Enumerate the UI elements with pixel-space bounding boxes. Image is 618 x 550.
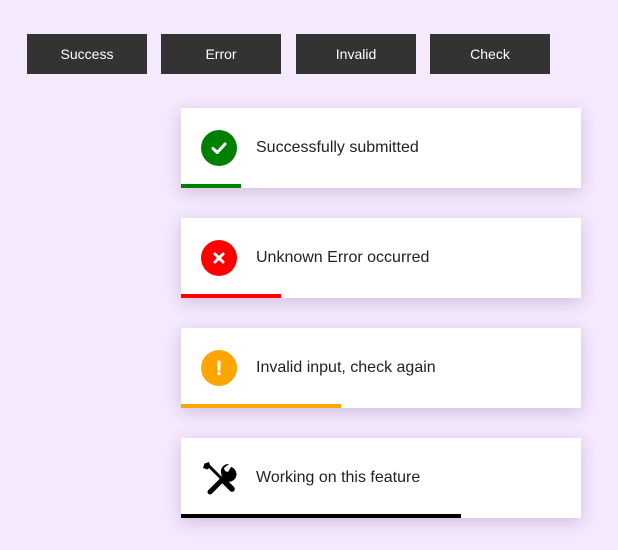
toast-success: Successfully submitted (181, 108, 581, 188)
x-circle-icon (201, 240, 237, 276)
toast-progress-bar (181, 184, 241, 188)
toast-message: Unknown Error occurred (256, 249, 430, 266)
toast-progress-bar (181, 294, 281, 298)
toast-message: Invalid input, check again (256, 359, 436, 376)
check-circle-icon (201, 130, 237, 166)
toast-message: Successfully submitted (256, 139, 419, 156)
toast-check: Working on this feature (181, 438, 581, 518)
toast-error: Unknown Error occurred (181, 218, 581, 298)
check-button[interactable]: Check (430, 34, 550, 74)
toast-invalid: Invalid input, check again (181, 328, 581, 408)
error-button[interactable]: Error (161, 34, 281, 74)
toast-progress-bar (181, 404, 341, 408)
success-button[interactable]: Success (27, 34, 147, 74)
invalid-button[interactable]: Invalid (296, 34, 416, 74)
toast-progress-bar (181, 514, 461, 518)
tools-icon (201, 460, 237, 496)
exclamation-circle-icon (201, 350, 237, 386)
toast-message: Working on this feature (256, 469, 421, 486)
